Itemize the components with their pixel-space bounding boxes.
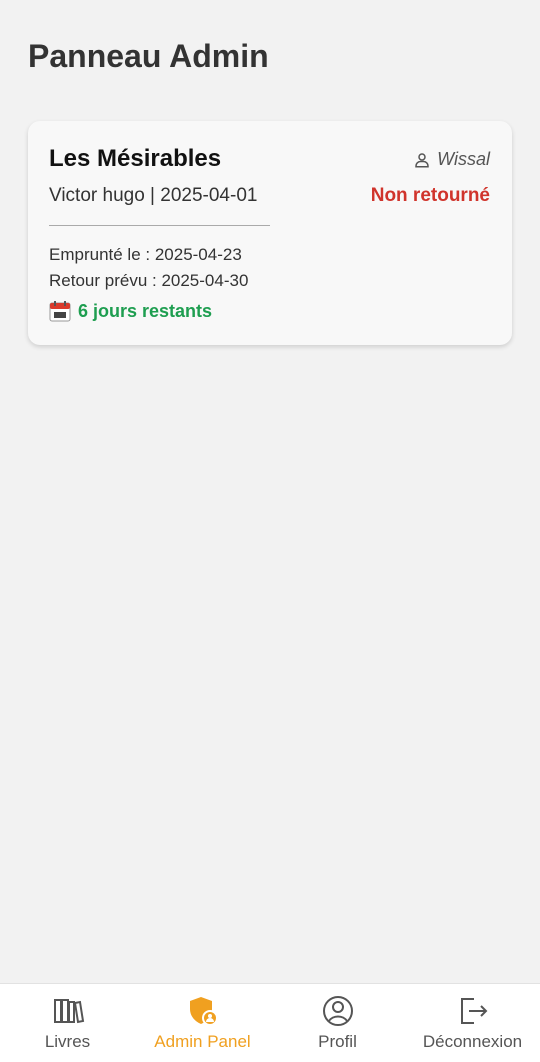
page-title: Panneau Admin [28, 38, 269, 74]
screen: Panneau Admin Les Mésirables Wissal Vict… [0, 0, 540, 1062]
profile-icon [322, 996, 353, 1026]
nav-item-admin-panel[interactable]: Admin Panel [135, 984, 270, 1062]
loan-card[interactable]: Les Mésirables Wissal Victor hugo | 2025… [28, 121, 512, 345]
admin-shield-icon [189, 997, 218, 1026]
book-title: Les Mésirables [49, 145, 222, 172]
nav-label-profil: Profil [318, 1032, 357, 1051]
bottom-nav: Livres Admin Panel Profil Déconnexion [0, 983, 540, 1062]
borrower-name: Wissal [437, 149, 490, 169]
calendar-icon [49, 301, 71, 322]
due-date: Retour prévu : 2025-04-30 [49, 271, 249, 290]
logout-icon [460, 998, 487, 1024]
nav-label-livres: Livres [44, 1032, 91, 1051]
remaining-days: 6 jours restants [48, 299, 212, 323]
status-badge: Non retourné [370, 185, 490, 206]
nav-label-deconnexion: Déconnexion [422, 1032, 523, 1051]
borrower: Wissal [413, 149, 490, 170]
nav-label-admin-panel: Admin Panel [154, 1032, 251, 1051]
author-date: Victor hugo | 2025-04-01 [49, 185, 258, 206]
nav-item-livres[interactable]: Livres [0, 984, 135, 1062]
nav-item-deconnexion[interactable]: Déconnexion [405, 984, 540, 1062]
divider [49, 225, 270, 226]
books-icon [53, 999, 84, 1024]
remaining-text: 6 jours restants [78, 300, 213, 321]
borrowed-date: Emprunté le : 2025-04-23 [49, 245, 242, 264]
nav-item-profil[interactable]: Profil [270, 984, 405, 1062]
user-icon [415, 152, 429, 167]
